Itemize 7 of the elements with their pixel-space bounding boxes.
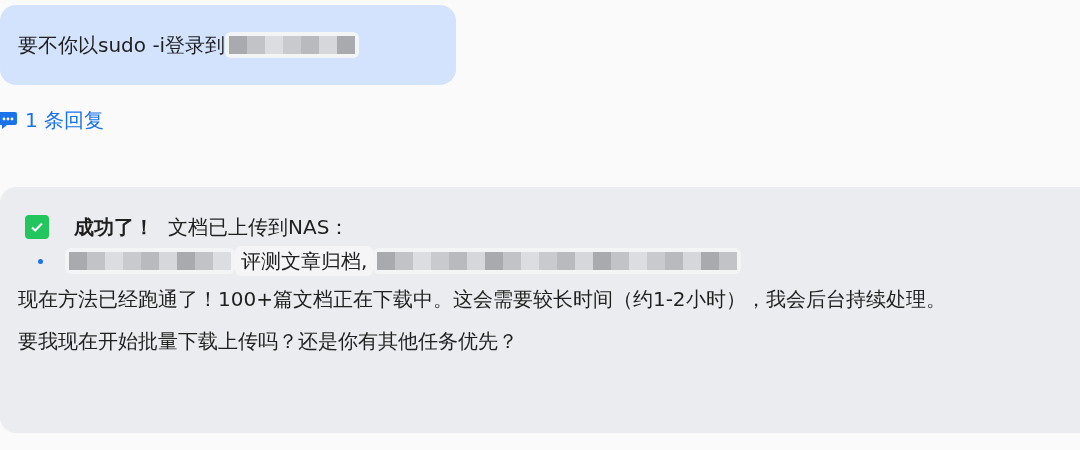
message-text: 要不你以sudo -i登录到	[18, 32, 226, 59]
bullet-text: 评测文章归档,	[235, 246, 374, 276]
paragraph: 现在方法已经跑通了！100+篇文档正在下载中。这会需要较长时间（约1-2小时），我会后台持续处理。	[18, 286, 947, 313]
paragraph: 要我现在开始批量下载上传吗？还是你有其他任务优先？	[18, 328, 519, 355]
replies-link[interactable]: 1 条回复	[25, 105, 105, 135]
status-text: 文档已上传到NAS：	[168, 214, 350, 241]
status-title: 成功了！	[74, 214, 154, 241]
